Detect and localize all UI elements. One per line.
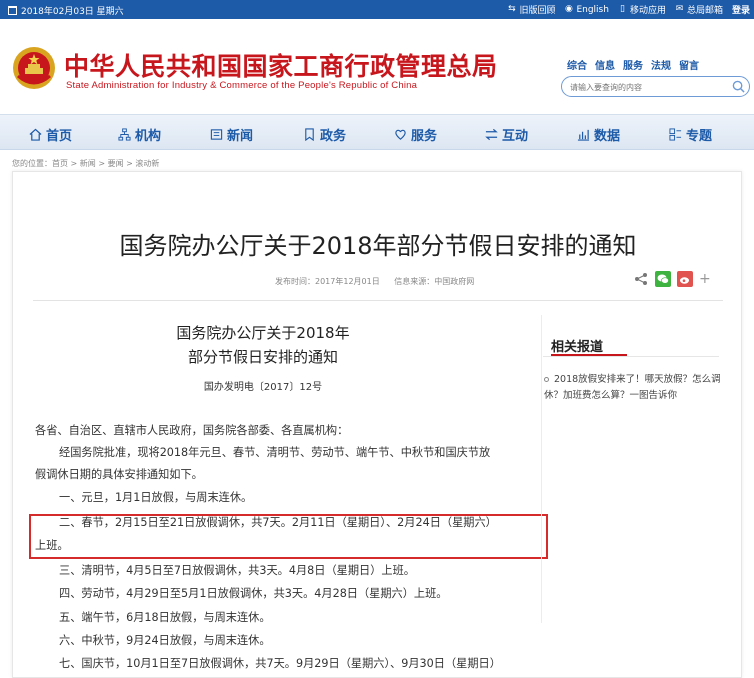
nav-government-label: 政务 — [320, 129, 347, 144]
mail-icon: ✉ — [675, 4, 684, 14]
title-divider — [33, 300, 723, 301]
nav-institution[interactable]: 机构 — [118, 125, 161, 144]
doc-title-line2: 部分节假日安排的通知 — [187, 348, 338, 366]
phone-icon: ▯ — [619, 4, 625, 14]
article-meta: 发布时间：2017年12月01日 信息来源：中国政府网 — [275, 276, 474, 287]
paragraph-qingming: 三、清明节，4月5日至7日放假调休，共3天。4月8日（星期日）上班。 — [59, 564, 415, 577]
mobile-app-link[interactable]: ▯ 移动应用 — [618, 3, 666, 17]
nav-data[interactable]: 数据 — [577, 125, 620, 144]
column-divider — [541, 315, 542, 623]
related-divider — [543, 356, 719, 357]
paragraph-dragon-boat: 五、端午节，6月18日放假，与周末连休。 — [59, 611, 271, 624]
highlight-box — [29, 514, 548, 559]
date-text: 2018年02月03日 星期六 — [21, 7, 124, 17]
paragraph-addressee: 各省、自治区、直辖市人民政府，国务院各部委、各直属机构： — [35, 424, 349, 437]
nav-service[interactable]: 服务 — [394, 125, 437, 144]
quick-link-info[interactable]: 信息 — [595, 57, 615, 72]
quick-links: 综合 信息 服务 法规 留言 — [567, 57, 699, 72]
bullet-icon — [544, 377, 549, 382]
search-icon[interactable] — [732, 80, 745, 93]
login-link[interactable]: 登录 — [732, 3, 750, 16]
paragraph-mid-autumn: 六、中秋节，9月24日放假，与周末连休。 — [59, 634, 271, 647]
publish-time: 发布时间：2017年12月01日 — [275, 277, 380, 286]
bar-chart-icon — [577, 129, 590, 141]
exchange-icon — [485, 128, 498, 141]
doc-number: 国办发明电〔2017〕12号 — [203, 382, 323, 393]
paragraph-new-year: 一、元旦，1月1日放假，与周末连休。 — [59, 491, 253, 504]
nav-home-label: 首页 — [46, 129, 73, 144]
top-bar: 2018年02月03日 星期六 ⇆ 旧版回顾 ◉ English ▯ 移动应用 … — [0, 0, 754, 19]
main-nav: 首页 机构 新闻 政务 服务 互动 数据 专题 — [0, 114, 754, 150]
nav-topic-label: 专题 — [686, 129, 713, 144]
old-version-link[interactable]: ⇆ 旧版回顾 — [507, 3, 556, 17]
quick-link-law[interactable]: 法规 — [651, 57, 671, 72]
related-item[interactable]: 2018放假安排来了！哪天放假？怎么调休？加班费怎么算？一图告诉你 — [544, 372, 724, 404]
site-header: 中华人民共和国国家工商行政管理总局 State Administration f… — [0, 19, 754, 114]
nav-government[interactable]: 政务 — [303, 125, 346, 144]
paragraph-national-day: 七、国庆节，10月1日至7日放假调休，共7天。9月29日（星期六）、9月30日（… — [59, 657, 501, 670]
date-display: 2018年02月03日 星期六 — [8, 4, 124, 17]
search-input[interactable] — [570, 80, 720, 94]
english-label: English — [576, 4, 609, 15]
share-icon[interactable] — [633, 271, 649, 287]
nav-interaction[interactable]: 互动 — [485, 125, 528, 144]
english-link[interactable]: ◉ English — [564, 5, 609, 15]
history-icon: ⇆ — [508, 4, 516, 14]
search-box — [561, 76, 750, 97]
heart-icon — [395, 129, 406, 140]
weibo-icon[interactable] — [677, 271, 693, 287]
nav-topic[interactable]: 专题 — [669, 125, 712, 144]
share-more-icon[interactable]: + — [699, 271, 711, 287]
top-links: ⇆ 旧版回顾 ◉ English ▯ 移动应用 ✉ 总局邮箱 登录 — [507, 3, 750, 17]
national-emblem-icon[interactable] — [12, 46, 56, 90]
article-container: 国务院办公厅关于2018年部分节假日安排的通知 发布时间：2017年12月01日… — [12, 171, 742, 678]
wechat-icon[interactable] — [655, 271, 671, 287]
nav-home[interactable]: 首页 — [29, 125, 72, 144]
grid-list-icon — [669, 128, 682, 141]
site-title-english: State Administration for Industry & Comm… — [66, 80, 418, 91]
related-item-text: 2018放假安排来了！哪天放假？怎么调休？加班费怎么算？一图告诉你 — [544, 374, 721, 401]
bookmark-icon — [305, 128, 314, 141]
mailbox-label: 总局邮箱 — [686, 6, 723, 16]
mailbox-link[interactable]: ✉ 总局邮箱 — [675, 3, 723, 17]
quick-link-service[interactable]: 服务 — [623, 57, 643, 72]
doc-title-line1: 国务院办公厅关于2018年 — [176, 324, 350, 342]
quick-link-message[interactable]: 留言 — [679, 57, 699, 72]
paragraph-intro-line2: 假调休日期的具体安排通知如下。 — [35, 468, 203, 481]
quick-link-general[interactable]: 综合 — [567, 57, 587, 72]
calendar-icon — [8, 6, 17, 15]
nav-service-label: 服务 — [411, 129, 438, 144]
org-chart-icon — [118, 128, 131, 141]
paragraph-intro-line1: 经国务院批准，现将2018年元旦、春节、清明节、劳动节、端午节、中秋节和国庆节放 — [59, 446, 491, 459]
home-icon — [29, 128, 42, 141]
nav-interaction-label: 互动 — [502, 129, 529, 144]
newspaper-icon — [210, 129, 223, 140]
nav-data-label: 数据 — [594, 129, 621, 144]
mobile-app-label: 移动应用 — [629, 6, 666, 16]
related-title: 相关报道 — [551, 340, 604, 355]
globe-icon: ◉ — [565, 4, 573, 14]
nav-institution-label: 机构 — [135, 129, 162, 144]
info-source: 信息来源：中国政府网 — [394, 277, 475, 286]
breadcrumb[interactable]: 您的位置：首页 > 新闻 > 要闻 > 滚动新 — [12, 158, 159, 169]
site-title[interactable]: 中华人民共和国国家工商行政管理总局 — [64, 47, 498, 83]
share-bar: + — [633, 271, 711, 287]
nav-news[interactable]: 新闻 — [210, 125, 253, 144]
old-version-label: 旧版回顾 — [519, 6, 556, 16]
nav-news-label: 新闻 — [227, 129, 254, 144]
paragraph-labor-day: 四、劳动节，4月29日至5月1日放假调休，共3天。4月28日（星期六）上班。 — [59, 587, 448, 600]
article-title: 国务院办公厅关于2018年部分节假日安排的通知 — [119, 232, 637, 260]
